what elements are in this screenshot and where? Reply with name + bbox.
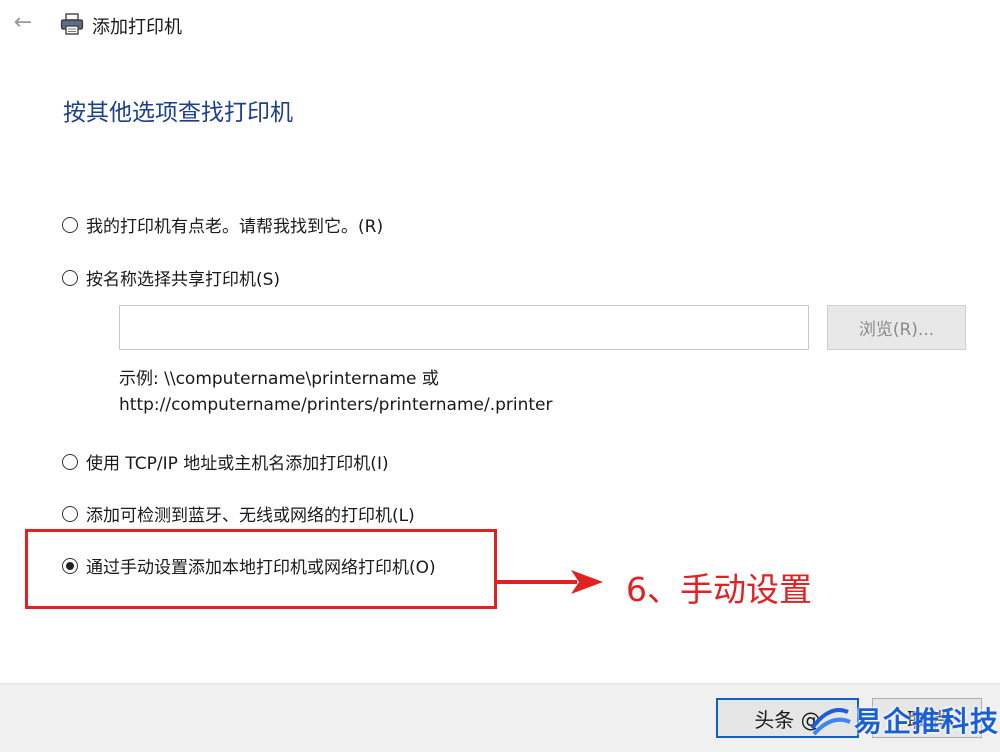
- option-tcpip[interactable]: 使用 TCP/IP 地址或主机名添加打印机(I): [62, 449, 389, 474]
- window-title: 添加打印机: [92, 17, 182, 38]
- example-line-2: http://computername/printers/printername…: [119, 395, 553, 415]
- radio-bluetooth-wireless[interactable]: [62, 505, 78, 522]
- watermark: 易企推科技: [808, 700, 999, 740]
- title-bar: ← 添加打印机: [0, 0, 1000, 50]
- annotation-arrow-icon: [497, 570, 603, 594]
- annotation-label: 6、手动设置: [626, 570, 812, 609]
- option-tcpip-label: 使用 TCP/IP 地址或主机名添加打印机(I): [86, 454, 389, 474]
- option-bluetooth-wireless-label: 添加可检测到蓝牙、无线或网络的打印机(L): [86, 506, 415, 526]
- printer-icon: [60, 13, 84, 35]
- radio-old-printer[interactable]: [62, 216, 78, 233]
- radio-shared-printer[interactable]: [62, 269, 78, 286]
- option-old-printer-label: 我的打印机有点老。请帮我找到它。(R): [86, 217, 384, 237]
- back-button[interactable]: ←: [10, 10, 36, 36]
- page-heading: 按其他选项查找打印机: [63, 100, 293, 126]
- radio-tcpip[interactable]: [62, 453, 78, 470]
- shared-printer-name-input[interactable]: [119, 305, 809, 350]
- example-line-1: 示例: \\computername\printername 或: [119, 369, 439, 389]
- option-old-printer[interactable]: 我的打印机有点老。请帮我找到它。(R): [62, 212, 383, 237]
- option-bluetooth-wireless[interactable]: 添加可检测到蓝牙、无线或网络的打印机(L): [62, 501, 415, 526]
- annotation-highlight-box: [25, 529, 497, 609]
- arrow-left-icon: ←: [13, 10, 33, 35]
- browse-button[interactable]: 浏览(R)...: [827, 305, 966, 350]
- watermark-text: 易企推科技: [854, 705, 1000, 738]
- option-shared-printer-label: 按名称选择共享打印机(S): [86, 270, 281, 290]
- option-shared-printer[interactable]: 按名称选择共享打印机(S): [62, 265, 280, 290]
- example-text: 示例: \\computername\printername 或 http://…: [119, 366, 553, 418]
- watermark-logo-icon: [810, 708, 851, 736]
